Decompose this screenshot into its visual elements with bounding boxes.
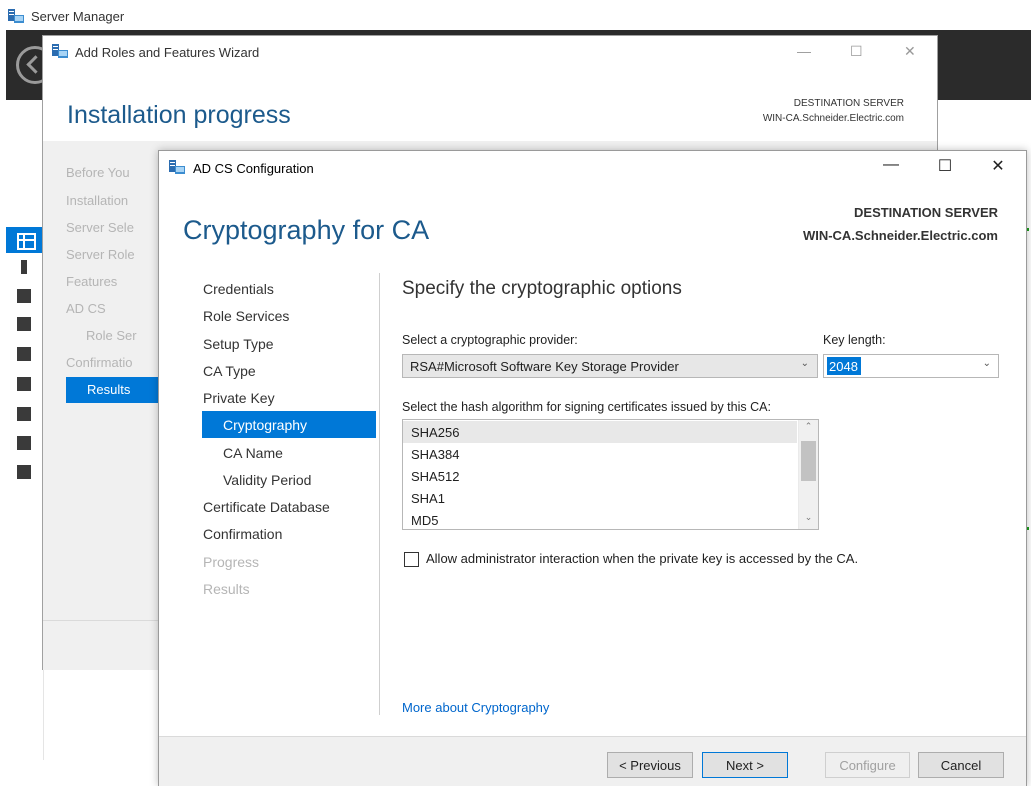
scroll-down-arrow-icon[interactable]: ⌄ bbox=[799, 512, 818, 526]
adcs-configuration-window: AD CS Configuration — ☐ ✕ Cryptography f… bbox=[158, 150, 1027, 786]
nav-item-credentials[interactable]: Credentials bbox=[203, 281, 274, 297]
wizard-nav-server-roles[interactable]: Server Role bbox=[66, 247, 161, 262]
nav-divider bbox=[379, 273, 380, 715]
provider-dropdown-value: RSA#Microsoft Software Key Storage Provi… bbox=[410, 359, 679, 374]
next-button[interactable]: Next > bbox=[702, 752, 788, 778]
wizard-titlebar: Add Roles and Features Wizard — ☐ ✕ bbox=[43, 36, 937, 68]
section-title: Specify the cryptographic options bbox=[402, 278, 682, 299]
close-button[interactable]: ✕ bbox=[904, 43, 916, 60]
minimize-button[interactable]: — bbox=[797, 43, 811, 59]
file-storage-icon[interactable] bbox=[17, 347, 31, 361]
scrollbar-thumb[interactable] bbox=[801, 441, 816, 481]
hash-option-sha512[interactable]: SHA512 bbox=[403, 465, 797, 487]
wizard-nav-role-services[interactable]: Role Ser bbox=[86, 328, 161, 343]
adcs-title: AD CS Configuration bbox=[193, 161, 314, 176]
adcs-titlebar: AD CS Configuration — ☐ ✕ bbox=[159, 151, 1026, 183]
server-manager-titlebar: Server Manager bbox=[0, 0, 1031, 30]
key-length-value: 2048 bbox=[827, 357, 861, 375]
local-server-icon[interactable] bbox=[21, 260, 27, 274]
provider-dropdown[interactable]: RSA#Microsoft Software Key Storage Provi… bbox=[402, 354, 818, 378]
ad-cs-role-icon[interactable] bbox=[17, 317, 31, 331]
hash-option-md5[interactable]: MD5 bbox=[403, 509, 797, 529]
wizard-nav-features[interactable]: Features bbox=[66, 274, 161, 289]
wizard-nav-confirmation[interactable]: Confirmatio bbox=[66, 355, 161, 370]
all-servers-icon[interactable] bbox=[17, 289, 31, 303]
hash-option-sha256[interactable]: SHA256 bbox=[403, 421, 797, 443]
wizard-title: Add Roles and Features Wizard bbox=[75, 45, 260, 60]
nav-item-certificate-database[interactable]: Certificate Database bbox=[203, 499, 330, 515]
destination-server-name: WIN-CA.Schneider.Electric.com bbox=[802, 228, 998, 243]
configure-button: Configure bbox=[825, 752, 910, 778]
wizard-app-icon bbox=[52, 44, 68, 58]
chevron-down-icon: ⌄ bbox=[800, 358, 809, 369]
wizard-page-title: Installation progress bbox=[67, 101, 291, 129]
nav-item-ca-type[interactable]: CA Type bbox=[203, 363, 256, 379]
scroll-up-arrow-icon[interactable]: ⌃ bbox=[799, 421, 818, 435]
hash-option-sha1[interactable]: SHA1 bbox=[403, 487, 797, 509]
nav-item-ca-name[interactable]: CA Name bbox=[223, 445, 283, 461]
server-manager-icon bbox=[8, 9, 24, 23]
wizard-nav-results[interactable]: Results bbox=[66, 377, 162, 403]
cancel-button[interactable]: Cancel bbox=[918, 752, 1004, 778]
more-about-cryptography-link[interactable]: More about Cryptography bbox=[402, 700, 549, 715]
hash-algorithm-label: Select the hash algorithm for signing ce… bbox=[402, 400, 771, 414]
wizard-destination-label: DESTINATION SERVER bbox=[793, 98, 904, 109]
page-title: Cryptography for CA bbox=[183, 215, 430, 245]
maximize-button[interactable]: ☐ bbox=[850, 43, 863, 60]
hash-option-sha384[interactable]: SHA384 bbox=[403, 443, 797, 465]
nav-item-progress: Progress bbox=[203, 554, 260, 570]
wizard-nav-server-selection[interactable]: Server Sele bbox=[66, 220, 161, 235]
nav-item-setup-type[interactable]: Setup Type bbox=[203, 336, 274, 352]
maximize-button[interactable]: ☐ bbox=[930, 156, 960, 176]
minimize-button[interactable]: — bbox=[876, 156, 906, 174]
destination-server-label: DESTINATION SERVER bbox=[854, 205, 998, 220]
server-manager-title: Server Manager bbox=[31, 9, 125, 24]
provider-label: Select a cryptographic provider: bbox=[402, 333, 578, 347]
role-icon-6[interactable] bbox=[17, 407, 31, 421]
dashboard-icon[interactable] bbox=[6, 227, 44, 253]
key-length-dropdown[interactable]: 2048 ⌄ bbox=[823, 354, 999, 378]
hash-algorithm-list[interactable]: SHA256 SHA384 SHA512 SHA1 MD5 ⌃ ⌄ bbox=[402, 419, 819, 530]
adcs-app-icon bbox=[169, 160, 185, 174]
nav-item-private-key[interactable]: Private Key bbox=[203, 390, 275, 406]
close-button[interactable]: ✕ bbox=[983, 156, 1013, 176]
iis-icon[interactable] bbox=[17, 377, 31, 391]
nav-item-validity-period[interactable]: Validity Period bbox=[223, 472, 311, 488]
wizard-nav-ad-cs[interactable]: AD CS bbox=[66, 301, 161, 316]
wizard-nav-before-you-begin[interactable]: Before You bbox=[66, 165, 161, 180]
server-manager-sidebar bbox=[6, 100, 44, 760]
wizard-nav-installation-type[interactable]: Installation bbox=[66, 193, 161, 208]
role-icon-8[interactable] bbox=[17, 465, 31, 479]
nav-item-results: Results bbox=[203, 581, 250, 597]
hash-list-scrollbar[interactable]: ⌃ ⌄ bbox=[798, 420, 818, 529]
nav-item-confirmation[interactable]: Confirmation bbox=[203, 526, 282, 542]
role-icon-7[interactable] bbox=[17, 436, 31, 450]
chevron-down-icon: ⌄ bbox=[982, 358, 991, 369]
previous-button[interactable]: < Previous bbox=[607, 752, 693, 778]
nav-item-role-services[interactable]: Role Services bbox=[203, 308, 289, 324]
allow-admin-interaction-label[interactable]: Allow administrator interaction when the… bbox=[426, 551, 858, 566]
wizard-destination-server: WIN-CA.Schneider.Electric.com bbox=[762, 113, 904, 124]
key-length-label: Key length: bbox=[823, 333, 886, 347]
dialog-footer: < Previous Next > Configure Cancel bbox=[159, 736, 1026, 786]
nav-item-cryptography[interactable]: Cryptography bbox=[223, 417, 307, 433]
allow-admin-interaction-checkbox[interactable] bbox=[404, 552, 419, 567]
